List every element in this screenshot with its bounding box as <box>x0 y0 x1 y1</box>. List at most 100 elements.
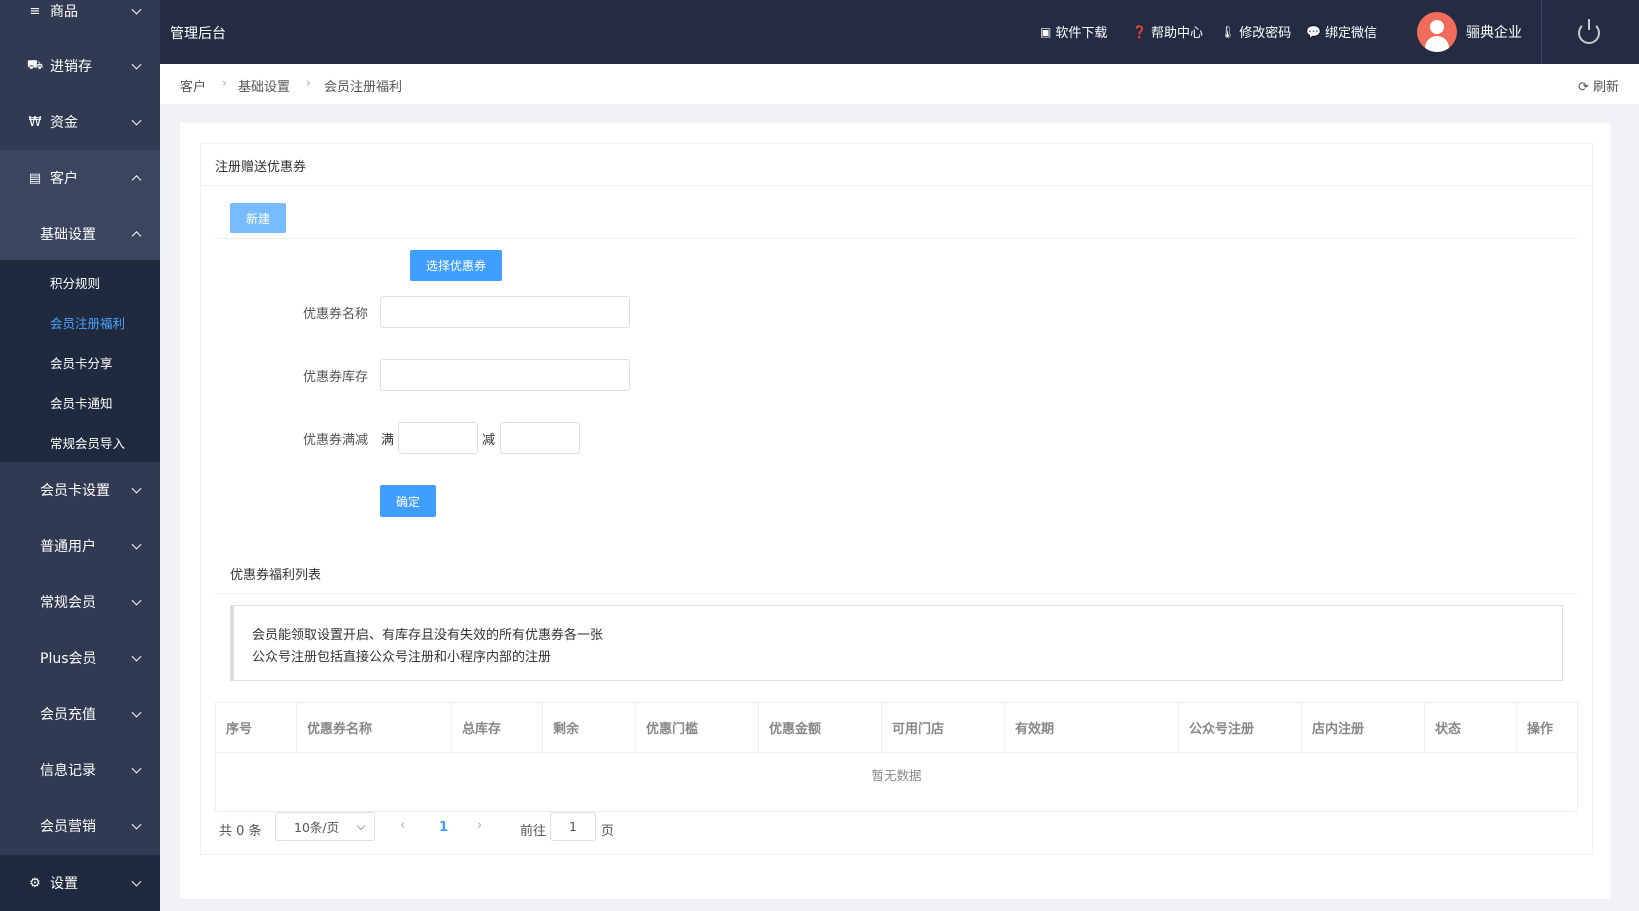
chevron-down-icon <box>131 763 142 774</box>
page-number-current[interactable]: 1 <box>439 820 448 835</box>
coupon-stock-input[interactable] <box>380 359 630 391</box>
refresh-button[interactable]: ⟳ 刷新 <box>1578 76 1619 95</box>
won-icon: ₩ <box>28 114 42 130</box>
prev-page-icon[interactable]: ‹ <box>400 818 405 833</box>
notice-line-2: 公众号注册包括直接公众号注册和小程序内部的注册 <box>252 650 552 665</box>
gear-icon: ⚙ <box>29 875 41 891</box>
coupon-name-input[interactable] <box>380 296 630 328</box>
sidebar-item-info-records[interactable]: 信息记录 <box>0 742 160 798</box>
store-icon: ▣ <box>1040 24 1052 39</box>
chevron-down-icon <box>131 707 142 718</box>
breadcrumb-basic-settings[interactable]: 基础设置 <box>238 76 290 95</box>
minus-label: 减 <box>482 433 496 448</box>
thermometer-icon: 🌡 <box>1220 24 1236 39</box>
menu-icon: ≡ <box>29 3 41 19</box>
section-title-register-coupon: 注册赠送优惠券 <box>215 160 307 175</box>
sidebar-item-basic-settings[interactable]: 基础设置 <box>0 206 160 262</box>
refresh-icon: ⟳ <box>1577 80 1589 95</box>
new-button[interactable]: 新建 <box>230 203 286 233</box>
page-size-select[interactable]: 10条/页 <box>275 812 375 841</box>
chevron-down-icon <box>131 539 142 550</box>
chevron-down-icon <box>131 595 142 606</box>
sidebar: ≡ 商品 ⛟ 进销存 ₩ 资金 ▤ 客户 基础设置 积分规则 会员注册福利 会员… <box>0 0 160 911</box>
confirm-button[interactable]: 确定 <box>380 485 436 517</box>
breadcrumb-separator-icon: › <box>222 76 227 90</box>
chevron-down-icon <box>131 483 142 494</box>
chevron-down-icon <box>131 876 142 887</box>
select-coupon-button[interactable]: 选择优惠券 <box>410 250 502 281</box>
column-header-total-stock: 总库存 <box>452 703 543 753</box>
truck-icon: ⛟ <box>26 57 44 73</box>
divider <box>200 185 1593 186</box>
coupon-stock-label: 优惠券库存 <box>302 370 368 385</box>
chat-icon: 💬 <box>1306 24 1321 39</box>
sidebar-item-card-settings[interactable]: 会员卡设置 <box>0 462 160 518</box>
coupon-table: 序号 优惠券名称 总库存 剩余 优惠门槛 优惠金额 可用门店 有效期 公众号注册… <box>215 702 1578 812</box>
breadcrumb: 客户 › 基础设置 › 会员注册福利 ⟳ 刷新 <box>160 64 1639 104</box>
goto-label: 前往 <box>520 824 547 839</box>
sidebar-item-settings[interactable]: ⚙ 设置 <box>0 855 160 911</box>
page-suffix: 页 <box>601 824 615 839</box>
sub-link-member-import[interactable]: 常规会员导入 <box>50 433 125 452</box>
notice-line-1: 会员能领取设置开启、有库存且没有失效的所有优惠券各一张 <box>252 628 604 643</box>
top-header: 管理后台 ▣ 软件下载 ❓ 帮助中心 🌡 修改密码 💬 绑定微信 骊典企业 <box>160 0 1639 64</box>
nav-help[interactable]: ❓ 帮助中心 <box>1132 22 1203 42</box>
nav-bind-wechat[interactable]: 💬 绑定微信 <box>1306 22 1377 42</box>
nav-download[interactable]: ▣ 软件下载 <box>1040 22 1107 42</box>
sidebar-item-marketing[interactable]: 会员营销 <box>0 798 160 854</box>
chevron-down-icon <box>131 115 142 126</box>
header-divider <box>1541 0 1542 64</box>
id-card-icon: ▤ <box>28 170 42 186</box>
column-header-threshold: 优惠门槛 <box>636 703 759 753</box>
chevron-up-icon <box>131 231 142 242</box>
chevron-down-icon <box>131 59 142 70</box>
basic-settings-submenu: 积分规则 会员注册福利 会员卡分享 会员卡通知 常规会员导入 <box>0 260 160 462</box>
threshold-full-input[interactable] <box>398 422 478 454</box>
column-header-official-register: 公众号注册 <box>1179 703 1302 753</box>
column-header-remaining: 剩余 <box>543 703 636 753</box>
sub-link-registration-benefits[interactable]: 会员注册福利 <box>50 313 125 332</box>
divider <box>215 593 1578 594</box>
avatar[interactable] <box>1417 12 1457 52</box>
breadcrumb-current: 会员注册福利 <box>324 80 403 95</box>
divider <box>215 238 1578 239</box>
chevron-down-icon <box>356 821 366 831</box>
help-icon: ❓ <box>1132 24 1147 39</box>
column-header-status: 状态 <box>1425 703 1517 753</box>
chevron-down-icon <box>131 651 142 662</box>
section-title-coupon-list: 优惠券福利列表 <box>230 568 322 583</box>
coupon-threshold-label: 优惠券满减 <box>302 433 368 448</box>
column-header-store-register: 店内注册 <box>1302 703 1425 753</box>
sidebar-item-goods[interactable]: ≡ 商品 <box>0 0 160 39</box>
column-header-amount: 优惠金额 <box>759 703 882 753</box>
threshold-minus-input[interactable] <box>500 422 580 454</box>
sidebar-item-plus-members[interactable]: Plus会员 <box>0 630 160 686</box>
company-name[interactable]: 骊典企业 <box>1466 22 1522 42</box>
sub-link-points-rules[interactable]: 积分规则 <box>50 273 100 292</box>
next-page-icon[interactable]: › <box>477 818 482 833</box>
sidebar-item-funds[interactable]: ₩ 资金 <box>0 94 160 150</box>
column-header-actions: 操作 <box>1517 703 1578 753</box>
column-header-validity: 有效期 <box>1005 703 1179 753</box>
chevron-down-icon <box>131 819 142 830</box>
notice-box: 会员能领取设置开启、有库存且没有失效的所有优惠券各一张 公众号注册包括直接公众号… <box>230 605 1563 681</box>
power-icon[interactable] <box>1578 19 1600 44</box>
full-label: 满 <box>381 433 395 448</box>
column-header-name: 优惠券名称 <box>297 703 452 753</box>
pagination-total: 共 0 条 <box>219 824 262 839</box>
coupon-name-label: 优惠券名称 <box>302 307 368 322</box>
sidebar-item-recharge[interactable]: 会员充值 <box>0 686 160 742</box>
sidebar-item-normal-users[interactable]: 普通用户 <box>0 518 160 574</box>
chevron-up-icon <box>131 175 142 186</box>
chevron-down-icon <box>131 4 142 15</box>
sidebar-item-inventory[interactable]: ⛟ 进销存 <box>0 38 160 94</box>
sidebar-item-customer[interactable]: ▤ 客户 <box>0 150 160 206</box>
empty-state: 暂无数据 <box>871 768 922 783</box>
sidebar-item-regular-members[interactable]: 常规会员 <box>0 574 160 630</box>
column-header-index: 序号 <box>216 703 297 753</box>
breadcrumb-customer[interactable]: 客户 <box>180 76 206 95</box>
sub-link-card-share[interactable]: 会员卡分享 <box>50 353 113 372</box>
nav-change-password[interactable]: 🌡 修改密码 <box>1220 22 1291 42</box>
goto-page-input[interactable]: 1 <box>550 812 596 841</box>
sub-link-card-notice[interactable]: 会员卡通知 <box>50 393 113 412</box>
